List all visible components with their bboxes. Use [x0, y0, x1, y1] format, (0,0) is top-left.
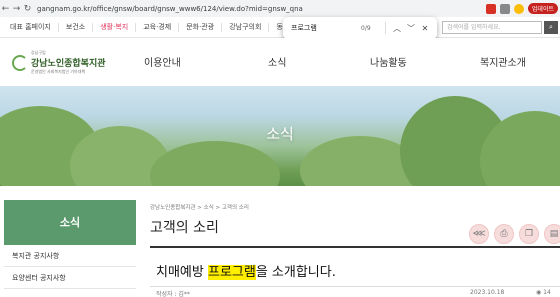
extension-icon[interactable] — [485, 3, 496, 14]
reload-icon[interactable]: ↻ — [22, 4, 33, 14]
top-link-main[interactable]: 대표 홈페이지 — [3, 22, 59, 32]
divider — [150, 246, 560, 248]
gnb-item-news[interactable]: 소식 — [268, 54, 286, 69]
gnb-item-about[interactable]: 복지관소개 — [480, 54, 526, 69]
post-author: 작성자 : 김** — [156, 291, 190, 297]
divider — [150, 286, 560, 287]
logo-name: 강남노인종합복지관 — [31, 59, 106, 69]
extensions-puzzle-icon[interactable] — [499, 3, 510, 14]
scrap-icon[interactable]: ❐ — [519, 224, 539, 244]
lnb-item-notice[interactable]: 복지관 공지사항 — [4, 245, 136, 267]
share-icon[interactable]: ⋘ — [469, 224, 489, 244]
site-search-input[interactable]: 검색어를 입력하세요. — [442, 21, 542, 34]
lnb-title: 소식 — [4, 200, 136, 245]
document-icon[interactable]: ▤ — [544, 224, 560, 244]
top-link-council[interactable]: 강남구의회 — [222, 22, 270, 32]
search-icon[interactable]: ⌕ — [544, 21, 558, 34]
top-link-welfare[interactable]: 생활·복지 — [93, 22, 137, 32]
browser-toolbar: ← → ↻ gangnam.go.kr/office/gnsw/board/gn… — [0, 0, 560, 17]
logo-mark-icon — [12, 54, 28, 71]
top-link-health[interactable]: 보건소 — [59, 22, 94, 32]
logo[interactable]: 강남구립 강남노인종합복지관 운영법인 사회복지법인 기아대책 — [12, 50, 106, 75]
post-date: 2023.10.18 — [470, 289, 505, 296]
post-views: ◉ 14 — [536, 289, 551, 296]
find-count: 0/9 — [361, 24, 371, 32]
close-icon[interactable]: ✕ — [418, 24, 432, 33]
page-title: 고객의 소리 — [150, 220, 219, 236]
address-bar[interactable]: gangnam.go.kr/office/gnsw/board/gnsw_www… — [37, 5, 303, 13]
find-input[interactable]: 프로그램 — [291, 23, 361, 33]
chevron-down-icon[interactable]: ﹀ — [404, 23, 418, 34]
divider — [385, 22, 386, 34]
hero-banner: 소식 — [0, 86, 560, 186]
find-bar: 프로그램 0/9 ︿ ﹀ ✕ — [283, 17, 437, 39]
update-button[interactable]: 업데이트 — [527, 3, 558, 14]
post-title: 치매예방 프로그램을 소개합니다. — [156, 261, 336, 280]
gnb-item-sharing[interactable]: 나눔활동 — [370, 54, 407, 69]
post-title-after: 을 소개합니다. — [255, 265, 336, 280]
hero-tree — [150, 141, 280, 186]
chevron-up-icon[interactable]: ︿ — [390, 23, 404, 34]
lnb-item-care-notice[interactable]: 요양센터 공지사항 — [4, 267, 136, 289]
main-header: 강남구립 강남노인종합복지관 운영법인 사회복지법인 기아대책 이용안내 소식 … — [0, 38, 560, 86]
forward-icon[interactable]: → — [11, 4, 22, 14]
top-link-culture[interactable]: 문화·관광 — [179, 22, 223, 32]
back-icon[interactable]: ← — [0, 4, 11, 14]
top-link-education[interactable]: 교육·경제 — [136, 22, 180, 32]
post-title-before: 치매예방 — [156, 265, 208, 280]
breadcrumb: 강남노인종합복지관 > 소식 > 고객의 소리 — [150, 205, 249, 211]
avatar[interactable] — [513, 3, 524, 14]
logo-sub-text: 운영법인 사회복지법인 기아대책 — [31, 69, 86, 74]
gnb-item-guide[interactable]: 이용안내 — [144, 54, 181, 69]
print-icon[interactable]: ⎙ — [494, 224, 514, 244]
views-count: 14 — [543, 289, 551, 296]
find-highlight: 프로그램 — [207, 265, 256, 280]
site-top-bar: 대표 홈페이지 보건소 생활·복지 교육·경제 문화·관광 강남구의회 동주민센… — [0, 17, 560, 38]
hero-title: 소식 — [266, 125, 294, 143]
